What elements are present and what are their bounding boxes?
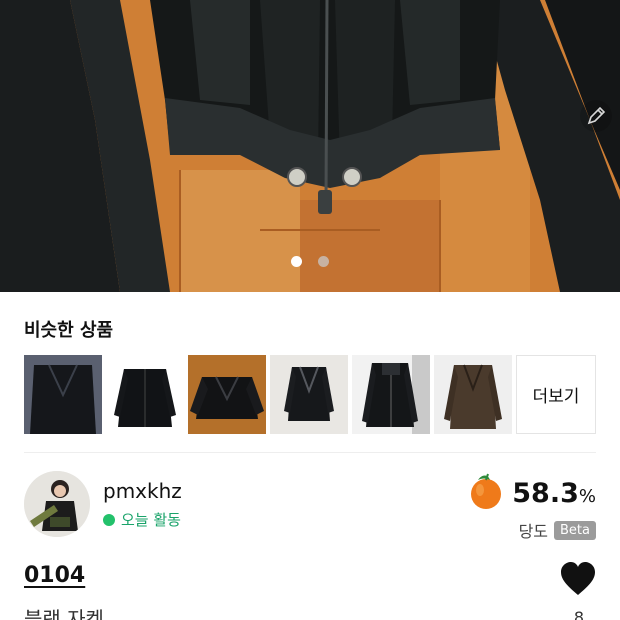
similar-product-thumb[interactable] xyxy=(352,355,430,434)
similar-products-title: 비슷한 상품 xyxy=(24,320,114,341)
seller-activity-label: 오늘 활동 xyxy=(121,511,181,529)
like-count: 8 xyxy=(573,608,584,620)
sweetness-label: 당도 xyxy=(518,522,549,541)
similar-product-thumb[interactable] xyxy=(434,355,512,434)
similar-product-thumb[interactable] xyxy=(270,355,348,434)
sweetness-score[interactable]: 58.3% 당도 Beta xyxy=(466,472,596,542)
product-image[interactable] xyxy=(0,0,620,292)
gallery-dot-active[interactable] xyxy=(291,256,302,267)
beta-badge: Beta xyxy=(554,520,596,540)
gallery-dot[interactable] xyxy=(318,256,329,267)
similar-product-thumb[interactable] xyxy=(106,355,184,434)
section-divider xyxy=(24,452,596,453)
product-title: 블랙 자켓 xyxy=(24,607,104,620)
similar-product-thumb[interactable] xyxy=(188,355,266,434)
seller-activity: 오늘 활동 xyxy=(103,509,181,530)
gallery-pagination xyxy=(0,256,620,267)
pencil-icon[interactable] xyxy=(580,100,612,132)
similar-product-thumb[interactable] xyxy=(24,355,102,434)
product-code: 0104 xyxy=(24,563,86,588)
more-similar-button[interactable]: 더보기 xyxy=(516,355,596,434)
online-status-icon xyxy=(103,513,115,526)
similar-products-list: 더보기 xyxy=(24,355,596,434)
sweetness-value: 58.3% xyxy=(512,477,596,509)
seller-avatar[interactable] xyxy=(24,471,90,537)
persimmon-icon xyxy=(466,472,506,514)
seller-name[interactable]: pmxkhz xyxy=(103,479,182,503)
heart-icon[interactable] xyxy=(560,562,596,596)
